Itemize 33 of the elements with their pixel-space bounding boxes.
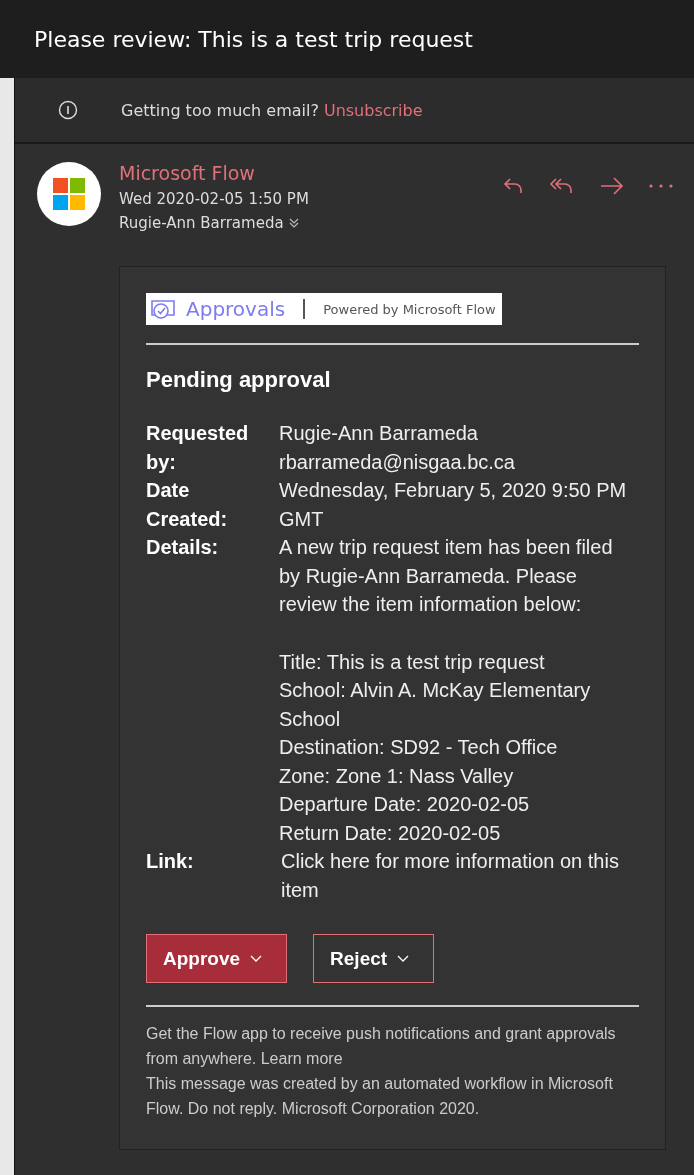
chevron-down-icon — [250, 954, 263, 963]
sender-name: Microsoft Flow — [119, 162, 256, 184]
field-label: Details: — [146, 535, 220, 560]
reject-button[interactable]: Reject — [313, 934, 435, 983]
detail-line: Destination: SD92 - Tech Office — [279, 735, 559, 760]
powered-by-text: Powered by Microsoft Flow — [323, 301, 496, 317]
detail-line: Departure Date: 2020-02-05 — [279, 792, 531, 817]
detail-line: Title: This is a test trip request — [279, 649, 546, 675]
expand-icon[interactable] — [287, 217, 300, 229]
chevron-down-icon — [397, 954, 410, 963]
sent-date: Wed 2020-02-05 1:50 PM — [119, 190, 309, 208]
footer-text: Get the Flow app to receive push notifications and grant approvals from anywhere. Learn more — [146, 1024, 617, 1069]
field-value: A new trip request item has been filed by Rugie-Ann Barrameda. Please review the item information below: — [279, 535, 614, 617]
recipient-name: Rugie-Ann Barrameda — [119, 214, 284, 232]
info-icon — [58, 100, 78, 120]
more-info-link[interactable]: Click here for more information on this item — [279, 847, 639, 904]
field-value: Rugie-Ann Barrameda rbarrameda@nisgaa.bc.ca — [279, 421, 516, 475]
more-icon[interactable] — [648, 183, 674, 189]
footer-text: This message was created by an automated workflow in Microsoft Flow. Do not reply. Microsoft Corporation 2020. — [146, 1074, 614, 1119]
field-value: Wednesday, February 5, 2020 9:50 PM GMT — [279, 478, 628, 532]
detail-line: School: Alvin A. McKay Elementary School — [279, 678, 592, 732]
field-label: Requested by: — [146, 421, 250, 475]
detail-line: Return Date: 2020-02-05 — [279, 820, 502, 846]
brand-name: Approvals — [186, 297, 286, 321]
approve-button[interactable]: Approve — [146, 934, 288, 983]
notice-text: Getting too much email? — [121, 100, 319, 120]
field-label: Date Created: — [146, 478, 229, 532]
email-subject: Please review: This is a test trip request — [34, 26, 473, 52]
card-heading: Pending approval — [146, 367, 332, 393]
logo-avatar-icon — [37, 162, 101, 226]
field-label: Link: — [146, 849, 195, 874]
detail-line: Zone: Zone 1: Nass Valley — [279, 763, 515, 789]
unsubscribe-link[interactable]: Unsubscribe — [323, 100, 423, 120]
